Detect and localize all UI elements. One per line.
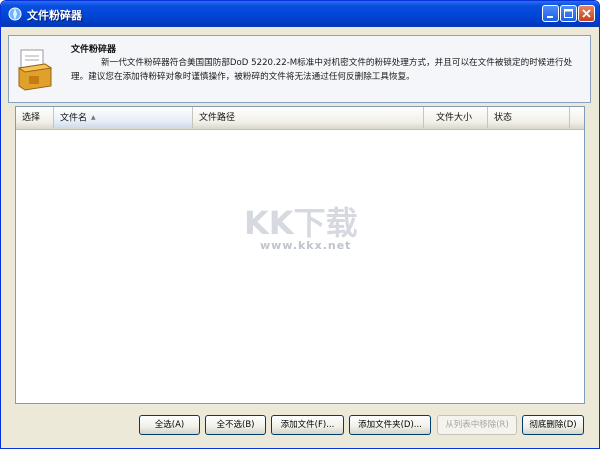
minimize-button[interactable] bbox=[542, 5, 559, 22]
column-file-size-label: 文件大小 bbox=[436, 113, 473, 123]
select-all-button[interactable]: 全选(A) bbox=[139, 415, 200, 435]
column-file-name-label: 文件名 bbox=[60, 113, 88, 124]
watermark: KK下载 bbox=[244, 204, 358, 242]
column-file-size[interactable]: 文件大小 bbox=[424, 107, 488, 128]
minimize-icon bbox=[547, 16, 553, 18]
delete-completely-button[interactable]: 彻底删除(D) bbox=[522, 415, 584, 435]
maximize-button[interactable] bbox=[560, 5, 577, 22]
watermark-url: www.kkx.net bbox=[260, 239, 352, 252]
column-status[interactable]: 状态 bbox=[488, 107, 570, 128]
column-select-label: 选择 bbox=[22, 113, 41, 123]
add-folder-button[interactable]: 添加文件夹(D)... bbox=[349, 415, 431, 435]
button-bar: 全选(A) 全不选(B) 添加文件(F)... 添加文件夹(D)... 从列表中… bbox=[1, 415, 599, 437]
sort-ascending-icon: ▲ bbox=[91, 114, 96, 121]
window-title: 文件粉碎器 bbox=[27, 9, 82, 22]
close-button[interactable] bbox=[578, 5, 595, 22]
title-bar[interactable]: 文件粉碎器 bbox=[1, 1, 599, 27]
file-list[interactable]: 选择 文件名 ▲ 文件路径 文件大小 状态 KK下载 www.kkx.net bbox=[15, 106, 585, 404]
column-select[interactable]: 选择 bbox=[16, 107, 54, 128]
shredder-icon bbox=[17, 49, 53, 91]
column-status-label: 状态 bbox=[494, 113, 513, 123]
list-header: 选择 文件名 ▲ 文件路径 文件大小 状态 bbox=[16, 107, 584, 130]
info-title: 文件粉碎器 bbox=[71, 45, 117, 55]
maximize-icon bbox=[564, 9, 573, 18]
info-panel: 文件粉碎器 新一代文件粉碎器符合美国国防部DoD 5220.22-M标准中对机密… bbox=[8, 35, 591, 103]
app-icon bbox=[8, 7, 22, 21]
remove-from-list-button[interactable]: 从列表中移除(R) bbox=[437, 415, 517, 435]
column-file-path-label: 文件路径 bbox=[199, 113, 236, 123]
shredder-window: 文件粉碎器 文件粉碎器 新一代文件粉碎器符合美国国防部DoD 5220.22-M… bbox=[0, 0, 600, 449]
close-icon bbox=[582, 9, 591, 18]
info-description: 新一代文件粉碎器符合美国国防部DoD 5220.22-M标准中对机密文件的粉碎处… bbox=[71, 58, 573, 82]
select-none-button[interactable]: 全不选(B) bbox=[205, 415, 266, 435]
column-file-name[interactable]: 文件名 ▲ bbox=[54, 107, 193, 128]
column-file-path[interactable]: 文件路径 bbox=[193, 107, 424, 128]
add-file-button[interactable]: 添加文件(F)... bbox=[271, 415, 344, 435]
watermark-text: KK下载 bbox=[244, 204, 358, 242]
